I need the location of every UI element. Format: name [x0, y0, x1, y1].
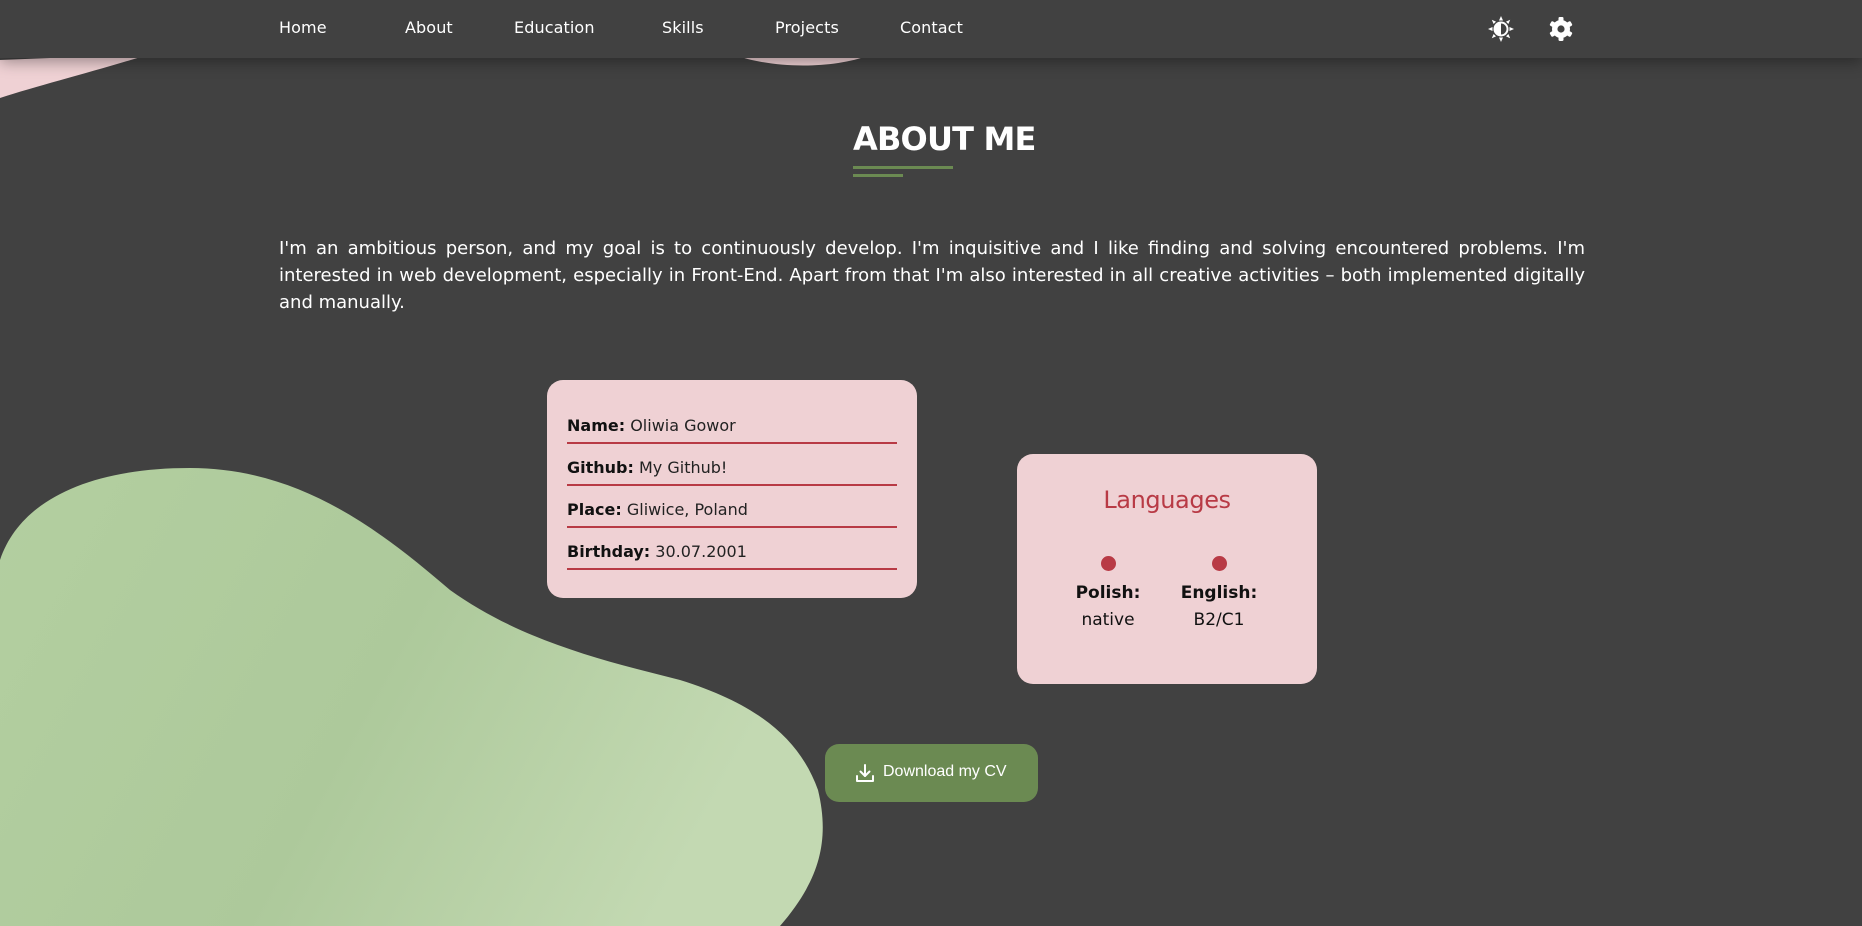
languages-card: Languages Polish: native English: B2/C1 — [1017, 454, 1317, 684]
nav-link-skills[interactable]: Skills — [662, 18, 704, 37]
name-value: Oliwia Gowor — [630, 416, 736, 435]
download-cv-label: Download my CV — [883, 763, 1007, 780]
language-name: English: — [1180, 583, 1258, 603]
theme-toggle-icon[interactable] — [1486, 14, 1516, 44]
bullet-dot-icon — [1100, 556, 1116, 571]
page-title: ABOUT ME — [853, 120, 1036, 158]
download-icon — [855, 763, 875, 783]
title-underline-short — [853, 174, 903, 177]
language-level: B2/C1 — [1193, 610, 1245, 630]
birthday-value: 30.07.2001 — [655, 542, 747, 561]
nav-link-home[interactable]: Home — [279, 18, 327, 37]
name-label: Name: — [567, 416, 626, 435]
github-label: Github: — [567, 458, 634, 477]
info-row-place: Place: Gliwice, Poland — [567, 500, 897, 528]
birthday-label: Birthday: — [567, 542, 651, 561]
language-name: Polish: — [1075, 583, 1141, 603]
settings-gear-icon[interactable] — [1546, 14, 1576, 44]
title-underline — [853, 166, 953, 169]
personal-info-card: Name: Oliwia Gowor Github: My Github! Pl… — [547, 380, 917, 598]
pink-blob-top-left — [0, 54, 150, 98]
place-label: Place: — [567, 500, 622, 519]
nav-link-education[interactable]: Education — [514, 18, 595, 37]
page: Home About Education Skills Projects Con… — [0, 0, 1862, 926]
language-level: native — [1081, 610, 1135, 630]
download-cv-button[interactable]: Download my CV — [825, 744, 1038, 802]
language-item-polish: Polish: native — [1053, 556, 1163, 634]
info-row-birthday: Birthday: 30.07.2001 — [567, 542, 897, 570]
navbar: Home About Education Skills Projects Con… — [0, 0, 1862, 58]
intro-paragraph: I'm an ambitious person, and my goal is … — [279, 238, 1585, 313]
place-value: Gliwice, Poland — [626, 500, 748, 519]
nav-link-contact[interactable]: Contact — [900, 18, 963, 37]
nav-link-projects[interactable]: Projects — [775, 18, 839, 37]
info-row-name: Name: Oliwia Gowor — [567, 416, 897, 444]
nav-link-about[interactable]: About — [405, 18, 453, 37]
language-item-english: English: B2/C1 — [1164, 556, 1274, 634]
github-link[interactable]: My Github! — [639, 458, 727, 477]
info-row-github: Github: My Github! — [567, 458, 897, 486]
languages-title: Languages — [1103, 486, 1231, 514]
bullet-dot-icon — [1211, 556, 1227, 571]
